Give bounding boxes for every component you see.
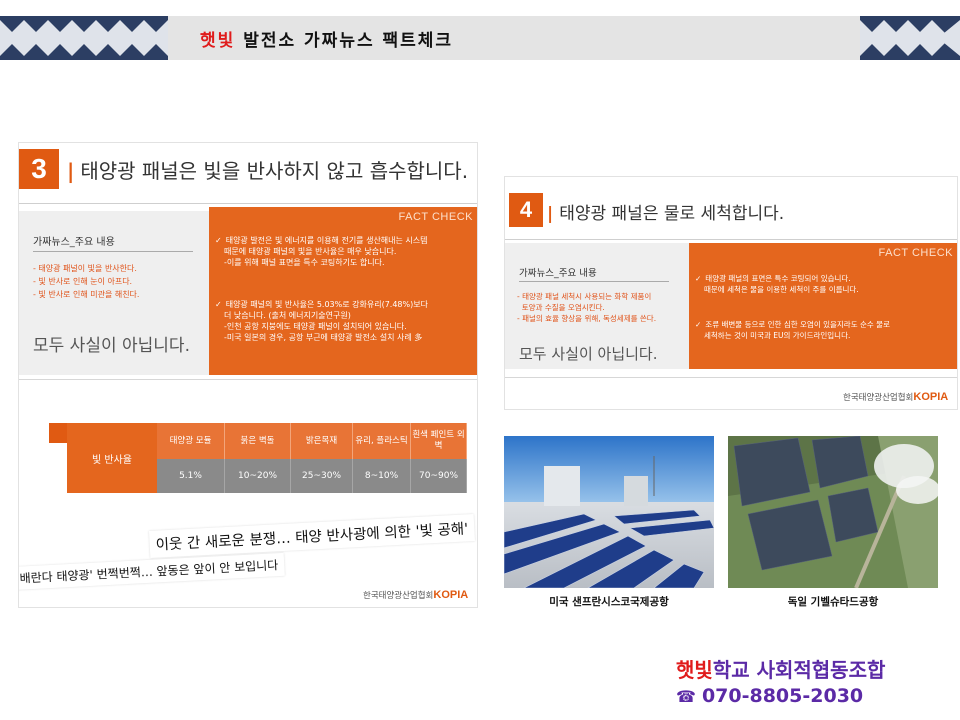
table-value-cell: 70~90% (411, 459, 467, 493)
slide-4-cleaning: 4 | 태양광 패널은 물로 세척합니다. 가짜뉴스_주요 내용 - 태양광 패널… (504, 176, 958, 410)
kopia-logo: 한국태양광산업협회KOPIA (363, 589, 469, 601)
table-value-cell: 25~30% (291, 459, 353, 493)
section-divider (505, 377, 957, 378)
fake-news-divider (519, 281, 669, 282)
news-clipping: 이웃 간 새로운 분쟁… 태양 반사광에 의한 '빛 공해' (149, 514, 475, 558)
heading-underline (505, 239, 957, 240)
slide-number: 4 (509, 193, 543, 227)
fake-news-item: - 패널의 효율 향상을 위해, 독성세제를 쓴다. (517, 314, 657, 323)
fake-news-item: 토양과 수질을 오염시킨다. (517, 303, 605, 312)
table-value-cell: 5.1% (157, 459, 225, 493)
photo-gibelstadt-airfield-aerial (728, 436, 938, 588)
page-title: 햇빛 발전소 가짜뉴스 팩트체크 (200, 31, 454, 51)
fact-check-panel: FACT CHECK ✓ 태양광 패널의 표면은 특수 코팅되어 있습니다. 때문… (689, 243, 957, 369)
fake-news-divider (33, 251, 193, 252)
news-clipping: 배란다 태양광' 번쩍번쩍… 앞동은 앞이 안 보입니다 (19, 552, 285, 590)
fake-news-item: - 태양광 패널 세척시 사용되는 화학 제품이 (517, 292, 652, 301)
table-header-cell: 붉은 벽돌 (225, 423, 291, 459)
table-value-cell: 8~10% (353, 459, 411, 493)
footer-phone: ☎ 070-8805-2030 (676, 685, 864, 707)
verdict-text: 모두 사실이 아닙니다. (33, 336, 190, 356)
table-header-cell: 흰색 페인트 외벽 (411, 423, 467, 459)
table-header-cell: 태양광 모듈 (157, 423, 225, 459)
fake-news-item: - 빛 반사로 인해 눈이 아프다. (33, 277, 133, 286)
heading-underline (19, 203, 477, 204)
header-band: 햇빛 발전소 가짜뉴스 팩트체크 (0, 16, 960, 60)
slide-number: 3 (19, 149, 59, 189)
photo-caption: 미국 샌프란시스코국제공항 (549, 596, 669, 608)
slide-heading: | 태양광 패널은 빛을 반사하지 않고 흡수합니다. (67, 159, 469, 183)
fact-item: ✓ 태양광 패널의 표면은 특수 코팅되어 있습니다. 때문에 세척은 물을 이용… (695, 274, 859, 294)
fake-news-label: 가짜뉴스_주요 내용 (519, 268, 597, 279)
footer-organization: 햇빛학교 사회적협동조합 (676, 658, 886, 682)
fact-item: ✓ 태양광 발전은 빛 에너지를 이용해 전기를 생산해내는 시스템 때문에 태양… (215, 236, 428, 267)
table-header-cell: 유리, 플라스틱 (353, 423, 411, 459)
photo-caption: 독일 기벨슈타드공항 (787, 596, 879, 608)
fact-item: ✓ 조류 배변물 등으로 인한 심한 오염이 있을지라도 순수 물로 세척하는 것… (695, 320, 890, 340)
fake-news-item: - 태양광 패널이 빛을 반사한다. (33, 264, 137, 273)
table-header-cell: 밝은목재 (291, 423, 353, 459)
verdict-text: 모두 사실이 아닙니다. (519, 345, 658, 363)
slide-3-reflection: 3 | 태양광 패널은 빛을 반사하지 않고 흡수합니다. 가짜뉴스_주요 내용 … (18, 142, 478, 608)
slide-heading: | 태양광 패널은 물로 세척합니다. (547, 204, 785, 224)
kopia-logo: 한국태양광산업협회KOPIA (843, 391, 949, 403)
check-icon: ✓ (215, 236, 222, 245)
fake-news-item: - 빛 반사로 인해 미관을 해친다. (33, 290, 140, 299)
fake-news-label: 가짜뉴스_주요 내용 (33, 237, 115, 248)
phone-icon: ☎ (676, 687, 696, 706)
reflectance-label: 빛 반사율 (67, 423, 157, 493)
table-value-cell: 10~20% (225, 459, 291, 493)
check-icon: ✓ (695, 274, 702, 283)
check-icon: ✓ (215, 300, 222, 309)
diamond-pattern-left (0, 16, 168, 60)
photo-sfo-airport-solar-roof (504, 436, 714, 588)
section-divider (19, 379, 477, 380)
fact-check-title: FACT CHECK (878, 247, 953, 259)
diamond-pattern-right (860, 16, 960, 60)
fact-check-title: FACT CHECK (398, 211, 473, 223)
check-icon: ✓ (695, 320, 702, 329)
fact-check-panel: FACT CHECK ✓ 태양광 발전은 빛 에너지를 이용해 전기를 생산해내는… (209, 207, 477, 375)
fact-item: ✓ 태양광 패널의 빛 반사율은 5.03%로 강화유리(7.48%)보다 더 낮… (215, 300, 428, 342)
